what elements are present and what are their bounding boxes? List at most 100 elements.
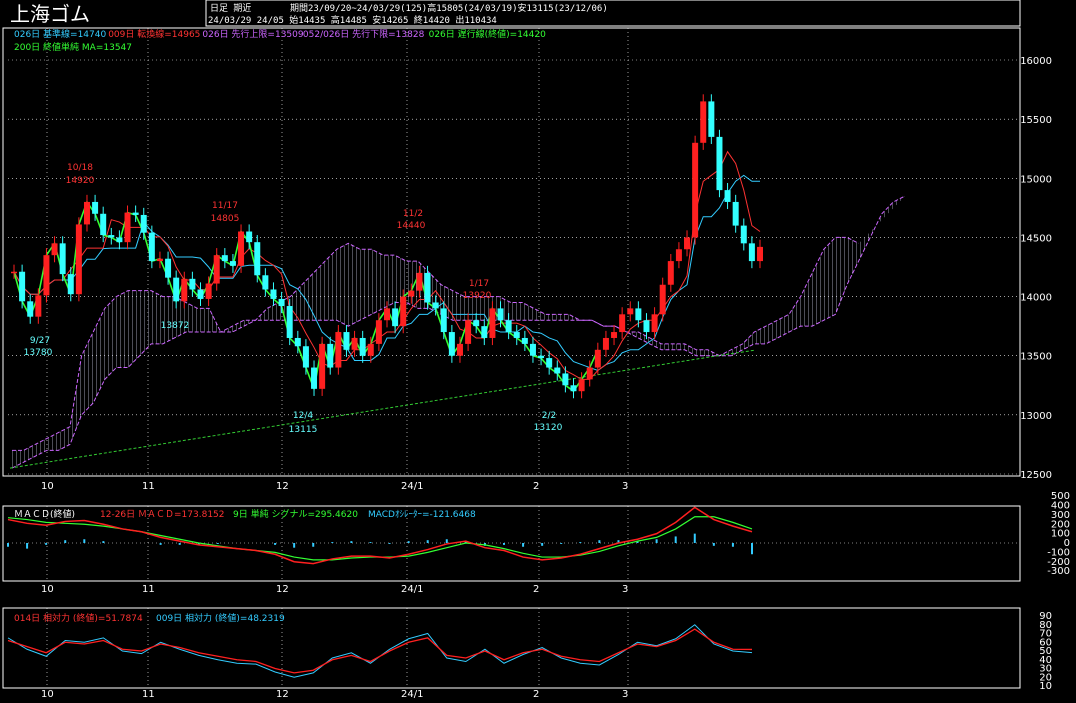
candle-body bbox=[521, 337, 528, 344]
x-tick-label: 12 bbox=[276, 689, 289, 700]
candle-body bbox=[173, 277, 180, 302]
price-y-axis: 12500 13000 13500 14000 14500 15000 15500 16000 bbox=[1020, 56, 1052, 481]
candle-body bbox=[83, 201, 90, 225]
candle-body bbox=[384, 308, 390, 321]
annotation-2: 11/17 bbox=[212, 201, 238, 211]
candle-body bbox=[319, 343, 326, 389]
candle-body bbox=[132, 212, 139, 215]
candle-body bbox=[19, 271, 26, 302]
candle-body bbox=[343, 332, 350, 350]
candle-body bbox=[489, 308, 496, 338]
candle-body bbox=[416, 272, 423, 291]
candle-body bbox=[740, 225, 747, 244]
candle-body bbox=[294, 337, 301, 347]
candle-body bbox=[254, 242, 261, 276]
candle-body bbox=[562, 373, 569, 386]
candle-body bbox=[627, 308, 634, 315]
candle-body bbox=[651, 314, 658, 333]
x-tick-label: 3 bbox=[622, 584, 628, 595]
candle-body bbox=[278, 298, 285, 307]
candle-body bbox=[238, 231, 245, 266]
annotation-13: 13120 bbox=[534, 423, 563, 433]
candle-body bbox=[181, 278, 188, 302]
candle-body bbox=[513, 332, 520, 338]
price-tick-label: 15500 bbox=[1020, 115, 1052, 126]
annotation-11: 13115 bbox=[289, 425, 318, 435]
macd-title: ＭＡＣＤ(終値) bbox=[14, 508, 75, 520]
x-tick-label: 12 bbox=[276, 481, 289, 492]
candle-body bbox=[27, 301, 34, 317]
candle-body bbox=[594, 349, 601, 368]
x-tick-label: 24/1 bbox=[401, 584, 423, 595]
price-tick-label: 14000 bbox=[1020, 293, 1052, 304]
candle-body bbox=[351, 337, 358, 350]
candle-body bbox=[11, 271, 17, 274]
candle-body bbox=[392, 308, 399, 327]
candle-body bbox=[197, 289, 204, 299]
candle-body bbox=[92, 201, 99, 214]
candle-body bbox=[684, 237, 691, 250]
legend-item-2: 026日 先行上限=13509 bbox=[202, 28, 303, 40]
x-tick-label: 11 bbox=[142, 481, 155, 492]
candle-body bbox=[100, 213, 107, 236]
price-tick-label: 14500 bbox=[1020, 233, 1052, 244]
rsi-tick-label: 10 bbox=[1039, 681, 1052, 692]
signal-legend: 9日 単純 シグナル=295.4620 bbox=[233, 508, 358, 520]
candle-body bbox=[189, 278, 196, 290]
candle-body bbox=[408, 290, 415, 297]
candle-body bbox=[692, 142, 699, 238]
x-tick-label: 3 bbox=[622, 689, 628, 700]
legend-item-3: 052/026日 先行下限=13828 bbox=[303, 28, 425, 40]
candle-body bbox=[448, 332, 455, 356]
candle-body bbox=[75, 224, 82, 295]
legend-item-1: 009日 転換線=14965 bbox=[108, 28, 200, 40]
candle-body bbox=[432, 302, 439, 309]
annotation-8: 9/27 bbox=[30, 336, 50, 346]
candle-body bbox=[473, 320, 480, 327]
candle-body bbox=[424, 272, 431, 303]
price-tick-label: 12500 bbox=[1020, 470, 1052, 481]
candle-body bbox=[35, 295, 42, 317]
candle-body bbox=[732, 201, 739, 226]
candle-body bbox=[400, 296, 407, 327]
candle-body bbox=[570, 385, 577, 392]
candle-body bbox=[165, 258, 172, 278]
candle-body bbox=[140, 214, 147, 233]
macd-legend: 12-26日 ＭＡＣＤ=173.8152 bbox=[100, 509, 225, 520]
candle-body bbox=[43, 255, 50, 296]
candle-body bbox=[213, 255, 220, 284]
annotation-5: 14440 bbox=[397, 221, 426, 231]
candle-body bbox=[538, 355, 545, 359]
candle-body bbox=[262, 275, 269, 290]
candle-body bbox=[554, 367, 561, 374]
x-tick-label: 10 bbox=[41, 689, 54, 700]
header-line2: 24/03/29 24/05 始14435 高14485 安14265 終144… bbox=[208, 14, 497, 26]
period-type: 日足 期近 bbox=[210, 2, 251, 14]
annotation-14: 13872 bbox=[161, 321, 190, 331]
chart-title: 上海ゴム bbox=[10, 2, 90, 26]
candle-body bbox=[619, 314, 626, 333]
annotation-10: 12/4 bbox=[293, 411, 313, 421]
candle-body bbox=[148, 232, 155, 262]
x-tick-label: 2 bbox=[533, 481, 539, 492]
candle-body bbox=[505, 320, 512, 333]
x-tick-label: 2 bbox=[533, 689, 539, 700]
annotation-7: 13920 bbox=[463, 291, 492, 301]
candle-body bbox=[375, 320, 382, 344]
annotation-9: 13780 bbox=[24, 348, 53, 358]
rsi14-legend: 014日 相対力 (終値)=51.7874 bbox=[14, 612, 143, 624]
annotation-0: 10/18 bbox=[67, 163, 93, 173]
candle-body bbox=[675, 249, 682, 262]
price-panel bbox=[2, 27, 1021, 477]
candle-body bbox=[757, 246, 763, 262]
candle-body bbox=[51, 243, 58, 256]
candle-body bbox=[643, 320, 650, 333]
candle-body bbox=[481, 326, 488, 338]
price-tick-label: 13000 bbox=[1020, 411, 1052, 422]
macd-tick-label: -300 bbox=[1047, 566, 1070, 577]
candle-body bbox=[367, 343, 374, 356]
price-tick-label: 16000 bbox=[1020, 56, 1052, 67]
candle-body bbox=[270, 289, 277, 299]
x-tick-label: 10 bbox=[41, 481, 54, 492]
candle-body bbox=[748, 243, 755, 262]
